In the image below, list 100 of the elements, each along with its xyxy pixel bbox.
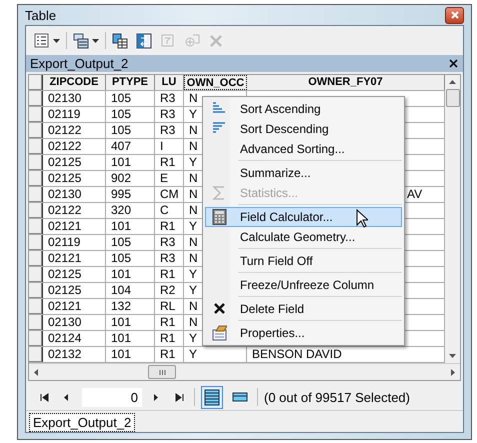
table-cell: 02119 [43, 107, 106, 122]
row-selector[interactable] [29, 187, 43, 202]
table-cell: 105 [106, 251, 155, 266]
row-selector[interactable] [29, 283, 43, 298]
table-cell: 105 [106, 123, 155, 138]
view-toggle-button[interactable] [201, 386, 223, 408]
column-header[interactable]: ZIPCODE [43, 75, 106, 90]
table-cell: 02125 [43, 155, 106, 170]
row-selector[interactable] [29, 155, 43, 170]
table-cell: 105 [106, 91, 155, 106]
toolbar-button[interactable] [32, 30, 62, 50]
table-cell: I [155, 139, 184, 154]
table-cell: E [155, 171, 184, 186]
properties-icon [212, 325, 227, 341]
toolbar-button[interactable] [134, 30, 154, 50]
row-selector[interactable] [29, 91, 43, 106]
scroll-up-icon[interactable] [449, 80, 456, 84]
swap-arrows-icon [136, 32, 152, 48]
table-cell: 101 [106, 347, 155, 362]
vertical-scrollbar[interactable] [445, 75, 460, 363]
column-header[interactable]: PTYPE [106, 75, 155, 90]
scroll-thumb[interactable] [148, 365, 176, 379]
table-cell: 02130 [43, 187, 106, 202]
table-cell: 02122 [43, 203, 106, 218]
table-cell: 104 [106, 283, 155, 298]
record-field[interactable]: 0 [82, 388, 142, 406]
horizontal-scrollbar[interactable] [29, 363, 460, 380]
table-cell: R1 [155, 347, 184, 362]
table-cell: 902 [106, 171, 155, 186]
menu-item[interactable]: Field Calculator... [205, 207, 402, 227]
dropdown-icon [53, 38, 60, 42]
row-selector[interactable] [29, 251, 43, 266]
row-selector[interactable] [29, 331, 43, 346]
table-cell: 105 [106, 235, 155, 250]
toolbar-button[interactable] [71, 30, 101, 50]
table-cell: C [155, 203, 184, 218]
calculator-icon [212, 209, 227, 225]
selected-records-icon [232, 392, 248, 402]
table-cell: 02121 [43, 251, 106, 266]
table-cell: R1 [155, 315, 184, 330]
table-cell: 105 [106, 107, 155, 122]
table-cell: 101 [106, 155, 155, 170]
table-cell: 995 [106, 187, 155, 202]
table-cell: Y [184, 347, 247, 362]
table-cell: 02130 [43, 315, 106, 330]
row-selector[interactable] [29, 123, 43, 138]
row-selector[interactable] [29, 347, 43, 362]
row-selector[interactable] [29, 267, 43, 282]
toolbar-button[interactable] [110, 30, 130, 50]
row-header [29, 75, 43, 90]
table-cell: 02122 [43, 123, 106, 138]
table-tab[interactable]: Export_Output_2 [29, 413, 136, 432]
table-cell: 02124 [43, 331, 106, 346]
scroll-down-icon[interactable] [449, 354, 456, 358]
table-cell: 320 [106, 203, 155, 218]
table-title: Export_Output_2 [30, 56, 128, 71]
row-selector[interactable] [29, 219, 43, 234]
dropdown-icon [92, 38, 99, 42]
table-cell: 101 [106, 267, 155, 282]
row-selector[interactable] [29, 299, 43, 314]
row-selector[interactable] [29, 203, 43, 218]
table-cell: R3 [155, 107, 184, 122]
row-selector[interactable] [29, 315, 43, 330]
table-cell: R1 [155, 219, 184, 234]
row-selector[interactable] [29, 139, 43, 154]
close-icon[interactable] [449, 59, 458, 68]
row-selector[interactable] [29, 107, 43, 122]
column-header[interactable]: OWN_OCC [184, 75, 247, 90]
table-cell: 101 [106, 331, 155, 346]
column-header[interactable]: LU [155, 75, 184, 90]
table-cell: 02122 [43, 139, 106, 154]
magnifier-icon [184, 32, 200, 48]
table-cell: 02121 [43, 219, 106, 234]
table-cell: 101 [106, 315, 155, 330]
close-button[interactable] [445, 6, 464, 24]
scroll-right-icon[interactable] [451, 368, 455, 376]
table-cell: 02130 [43, 91, 106, 106]
table-cell: 02125 [43, 283, 106, 298]
all-records-icon [204, 388, 220, 406]
table-cell: R3 [155, 235, 184, 250]
table-cell: 02132 [43, 347, 106, 362]
table-select-icon [112, 32, 128, 48]
table-cell: R3 [155, 91, 184, 106]
mouse-pointer-icon [356, 209, 368, 228]
table-cell: 407 [106, 139, 155, 154]
table-cell: R3 [155, 251, 184, 266]
sigma-icon [212, 185, 227, 201]
column-header[interactable]: OWNER_FY07 [247, 75, 445, 90]
list-icon [34, 32, 50, 48]
row-selector[interactable] [29, 235, 43, 250]
delete-icon [208, 32, 224, 48]
last-record-icon[interactable] [175, 392, 184, 402]
first-record-icon[interactable] [40, 392, 49, 402]
table-cell: R3 [155, 123, 184, 138]
scroll-thumb[interactable] [446, 89, 460, 107]
scroll-left-icon[interactable] [34, 368, 38, 376]
row-selector[interactable] [29, 171, 43, 186]
table-cell: 02125 [43, 171, 106, 186]
table-cell: R2 [155, 283, 184, 298]
table-cell: RL [155, 299, 184, 314]
